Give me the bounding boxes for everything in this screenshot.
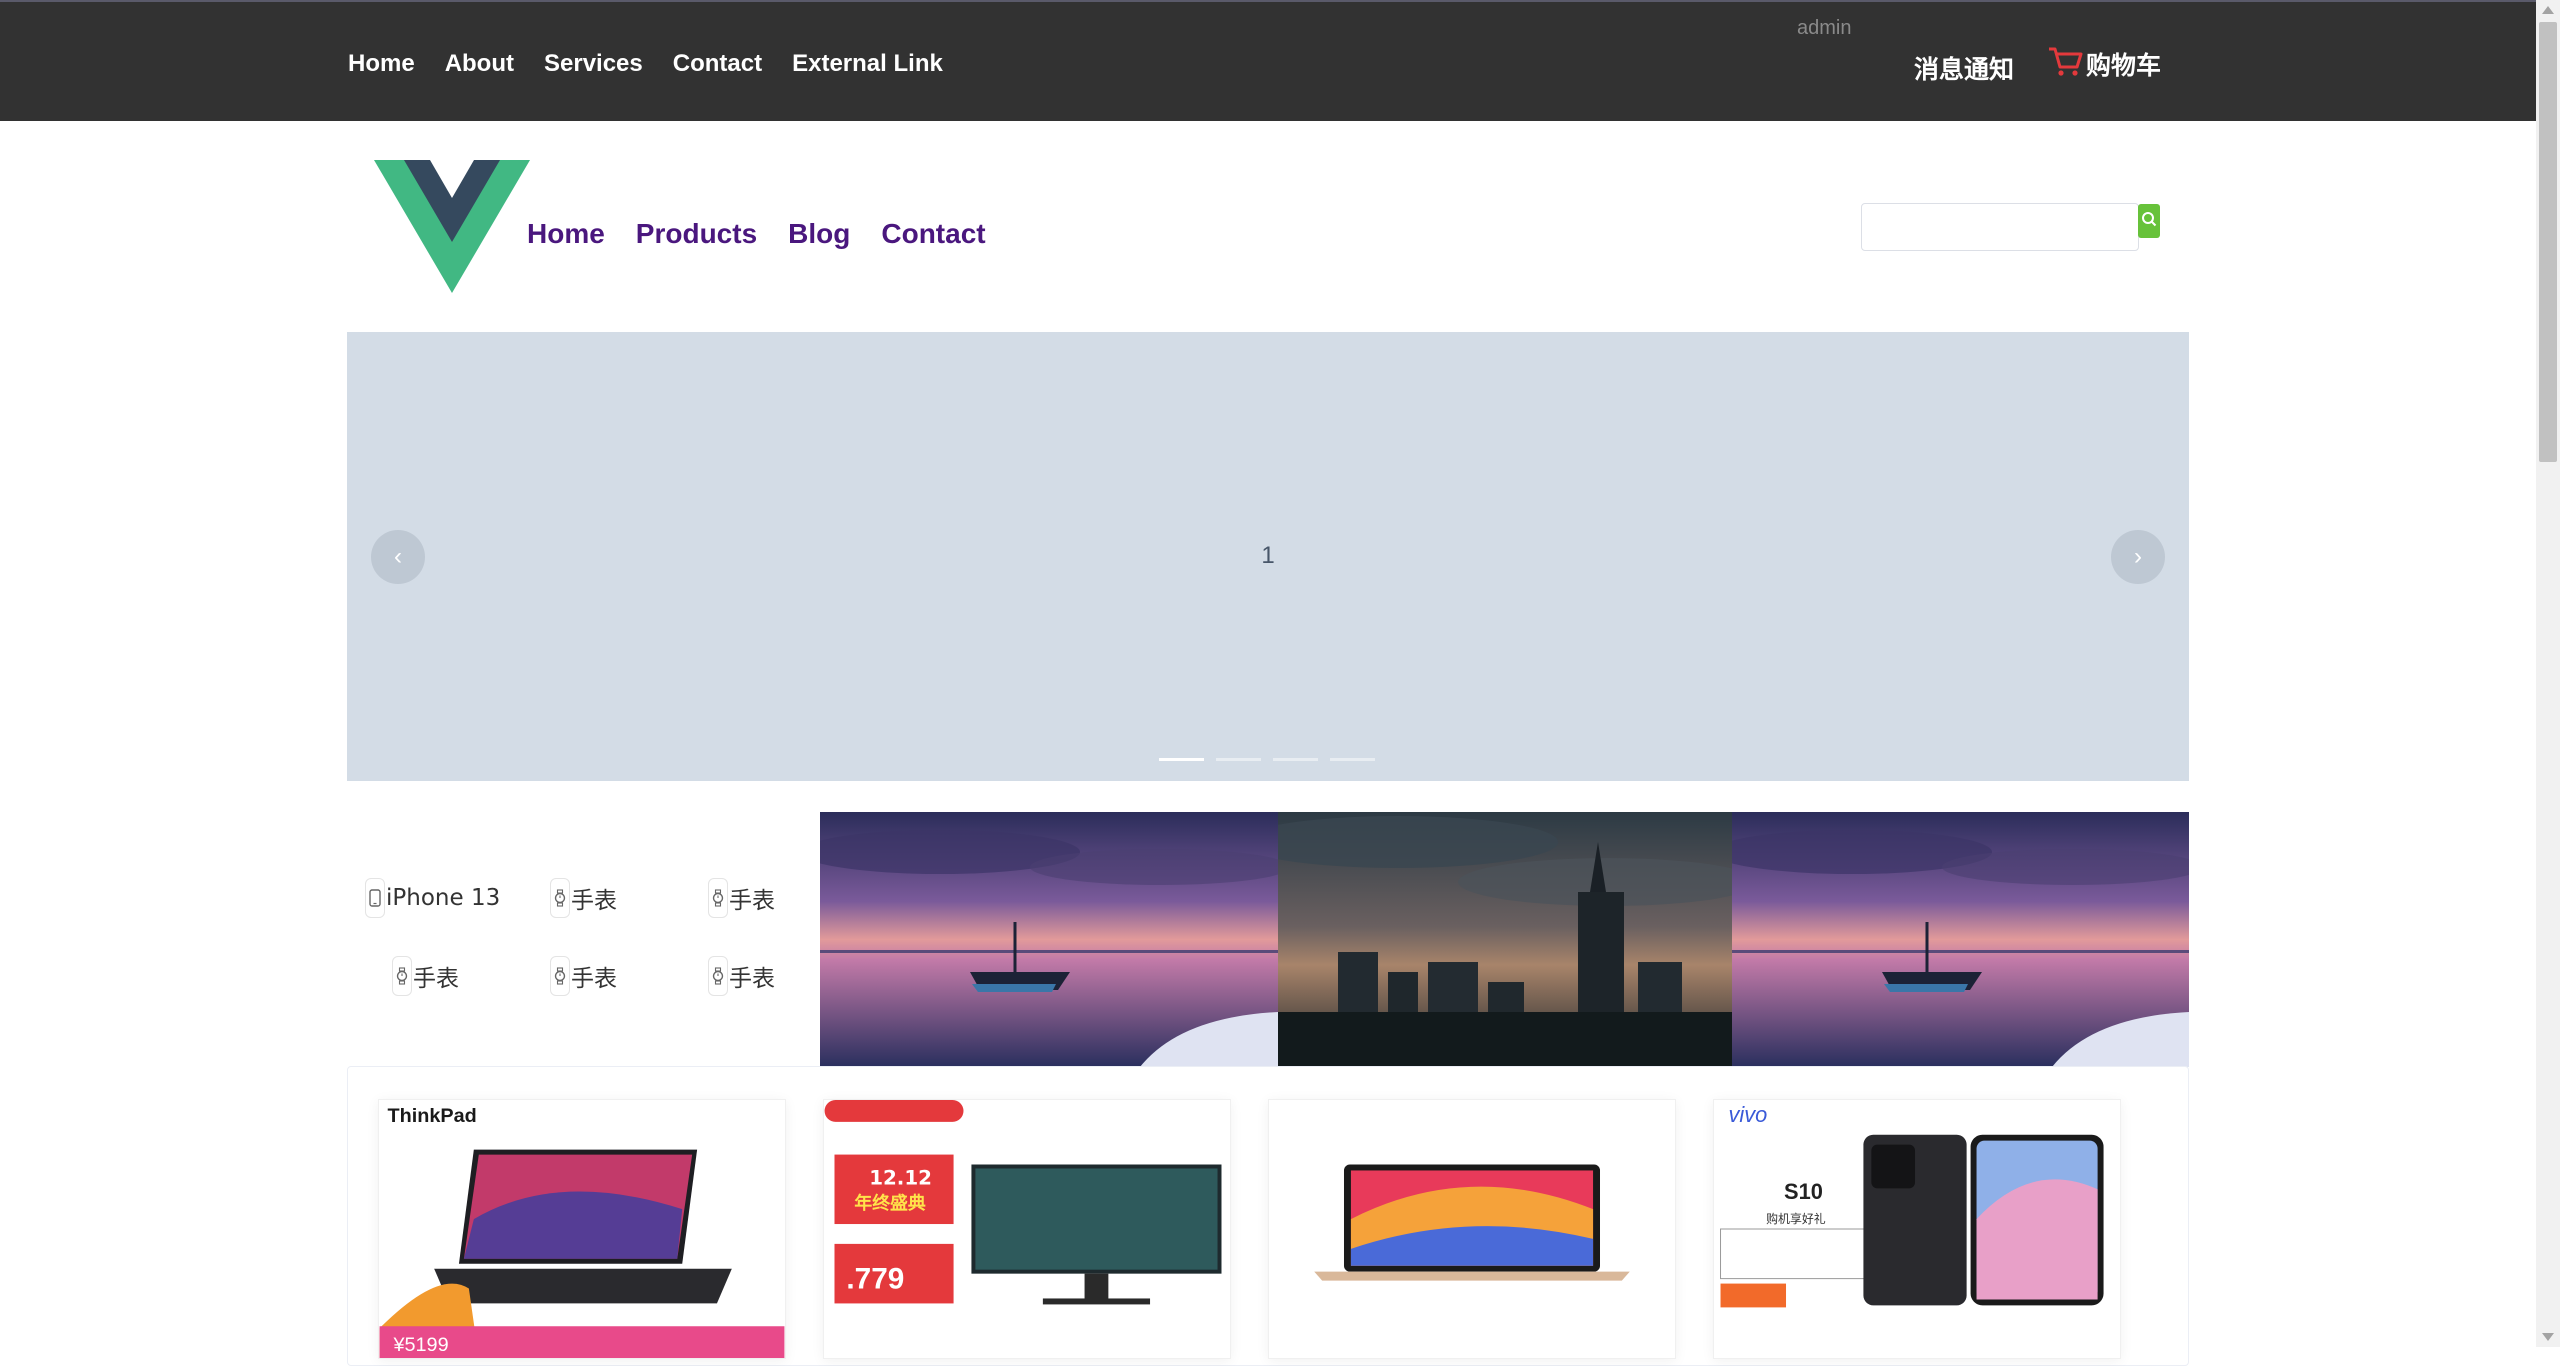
phone-icon: [365, 878, 385, 918]
carousel-prev-button[interactable]: ‹: [371, 530, 425, 584]
category-item[interactable]: 手表: [708, 878, 775, 918]
product-card[interactable]: ThinkPad ¥5199: [378, 1099, 786, 1359]
product-card[interactable]: vivo S10 购机享好礼: [1713, 1099, 2121, 1359]
main-nav-contact[interactable]: Contact: [881, 218, 985, 250]
banner-image-lake[interactable]: [820, 812, 1278, 1067]
watch-icon: [392, 956, 412, 996]
main-nav-blog[interactable]: Blog: [788, 218, 850, 250]
top-bar: Home About Services Contact External Lin…: [0, 0, 2536, 121]
product-promo-price: ¥5199: [392, 1334, 448, 1356]
main-nav-products[interactable]: Products: [636, 218, 757, 250]
watch-icon: [708, 956, 728, 996]
top-nav-contact[interactable]: Contact: [673, 50, 762, 78]
main-nav-home[interactable]: Home: [527, 218, 605, 250]
product-card[interactable]: 12.12 年终盛典 .779: [823, 1099, 1231, 1359]
banner-image-lake[interactable]: [1732, 812, 2189, 1067]
watch-icon: [550, 956, 570, 996]
carousel-next-button[interactable]: ›: [2111, 530, 2165, 584]
category-item[interactable]: 手表: [550, 878, 617, 918]
search-button[interactable]: [2138, 204, 2160, 238]
user-name[interactable]: admin: [1797, 17, 1851, 40]
top-nav-about[interactable]: About: [445, 50, 514, 78]
search-input[interactable]: [1861, 203, 2139, 251]
scrollbar-thumb[interactable]: [2539, 22, 2557, 462]
category-label: 手表: [729, 966, 775, 992]
chevron-left-icon: ‹: [394, 543, 402, 570]
top-nav-services[interactable]: Services: [544, 50, 643, 78]
product-tagline: 购机享好礼: [1766, 1212, 1826, 1226]
product-promo-sub: 年终盛典: [854, 1192, 926, 1214]
vue-logo[interactable]: [374, 158, 530, 293]
watch-icon: [550, 878, 570, 918]
carousel-indicator[interactable]: [1273, 758, 1318, 761]
carousel-indicator[interactable]: [1159, 758, 1204, 761]
category-item[interactable]: 手表: [708, 956, 775, 996]
product-model: S10: [1784, 1179, 1823, 1204]
top-nav-home[interactable]: Home: [348, 50, 415, 78]
category-label: 手表: [729, 888, 775, 914]
carousel-indicator[interactable]: [1330, 758, 1375, 761]
product-brand: ThinkPad: [388, 1105, 477, 1127]
top-nav: Home About Services Contact External Lin…: [348, 50, 973, 78]
cart-label: 购物车: [2086, 51, 2162, 80]
product-promo-title: 12.12: [869, 1166, 932, 1189]
shopping-cart-icon: [2046, 42, 2086, 86]
product-brand: vivo: [1728, 1102, 1767, 1127]
scroll-up-icon[interactable]: [2542, 6, 2554, 14]
search-icon: [2141, 211, 2157, 232]
page-scrollbar[interactable]: [2536, 0, 2560, 1347]
banner-image-city[interactable]: [1278, 812, 1732, 1067]
product-price: .779: [846, 1263, 904, 1296]
category-item[interactable]: 手表: [392, 956, 459, 996]
category-label: iPhone 13: [386, 885, 501, 911]
category-label: 手表: [571, 966, 617, 992]
carousel-slide-label: 1: [1261, 542, 1275, 569]
category-item[interactable]: iPhone 13: [365, 878, 500, 918]
watch-icon: [708, 878, 728, 918]
carousel-indicators: [1159, 758, 1375, 761]
category-label: 手表: [413, 966, 459, 992]
top-nav-external-link[interactable]: External Link: [792, 50, 943, 78]
category-grid: iPhone 13 手表 手表 手表 手表 手表: [347, 812, 820, 1067]
product-card[interactable]: [1268, 1099, 1676, 1359]
main-nav: Home Products Blog Contact: [527, 218, 1017, 250]
scroll-down-icon[interactable]: [2542, 1333, 2554, 1341]
notifications-link[interactable]: 消息通知: [1914, 50, 2014, 86]
carousel-indicator[interactable]: [1216, 758, 1261, 761]
banner-strip: [820, 812, 2189, 1067]
product-list: ThinkPad ¥5199 12.12 年终盛典 .779 vivo S10 …: [347, 1066, 2189, 1366]
category-label: 手表: [571, 888, 617, 914]
hero-carousel: 1 ‹ ›: [347, 332, 2189, 781]
category-item[interactable]: 手表: [550, 956, 617, 996]
cart-link[interactable]: 购物车: [2046, 42, 2161, 86]
chevron-right-icon: ›: [2134, 543, 2142, 570]
